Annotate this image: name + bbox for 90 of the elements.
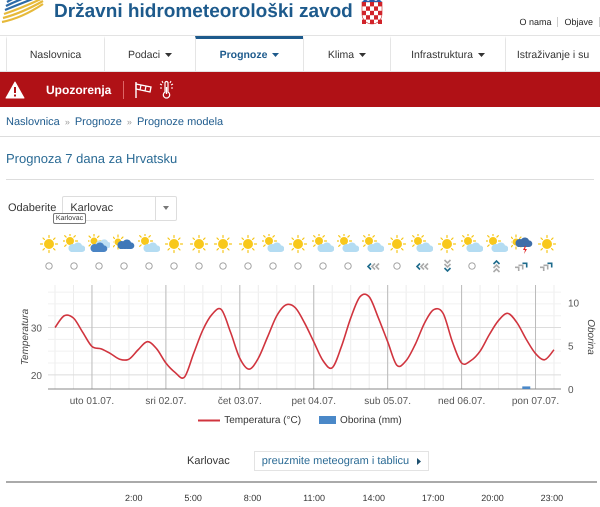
page-heading: Prognoza 7 dana za Hrvatsku	[6, 150, 178, 166]
partly-cloudy-icon	[262, 234, 284, 254]
nav-tab[interactable]: Podaci	[104, 36, 195, 71]
partly-cloudy-icon	[138, 234, 160, 254]
sun-icon	[188, 234, 209, 254]
column-header: 14:00	[362, 493, 386, 503]
cloud-icon	[88, 234, 110, 254]
breadcrumb-link[interactable]: Naslovnica	[6, 116, 60, 128]
chevron-down-icon	[442, 259, 452, 273]
axis-tick-label: 5	[568, 342, 574, 353]
partly-cloudy-icon	[312, 234, 334, 254]
column-header: 17:00	[422, 493, 446, 503]
nav-tab[interactable]: Istraživanje i su	[505, 36, 600, 71]
alerts-label[interactable]: Upozorenja	[46, 82, 112, 96]
column-header: 20:00	[481, 493, 505, 503]
chevron-left-icon	[415, 262, 430, 270]
sun-icon	[437, 234, 458, 254]
circle-icon	[344, 262, 352, 270]
circle-icon	[468, 262, 476, 270]
partly-cloudy-icon	[362, 234, 384, 254]
axis-title: Temperatura	[20, 308, 31, 366]
caret-icon	[163, 206, 170, 210]
axis-tick-label: ned 06.07.	[438, 396, 486, 407]
caret-icon	[417, 458, 422, 464]
chevron-up-icon	[492, 259, 502, 273]
nav-tab[interactable]: Klima	[303, 36, 390, 71]
column-header: 2:00	[125, 493, 144, 503]
sun-icon	[39, 234, 60, 254]
chevron-up-right-icon	[514, 261, 529, 271]
sun-icon	[164, 234, 184, 254]
axis-tick-label: sub 05.07.	[364, 396, 412, 407]
legend-label[interactable]: Oborina (mm)	[340, 414, 402, 426]
breadcrumb-link[interactable]: Prognoze modela	[136, 116, 224, 128]
warning-icon[interactable]	[5, 80, 25, 98]
column-header: 11:00	[303, 493, 326, 503]
circle-icon	[194, 262, 203, 270]
partly-cloudy-icon	[411, 234, 434, 254]
precipitation-bar	[522, 386, 530, 389]
legend-line-icon	[198, 418, 220, 422]
circle-icon	[120, 262, 128, 270]
breadcrumb-link[interactable]: Prognoze	[74, 116, 122, 128]
nav-tab[interactable]: Naslovnica	[6, 36, 104, 71]
sun-icon	[387, 234, 408, 254]
legend-label[interactable]: Temperatura (°C)	[224, 414, 302, 426]
axis-tick-label: 10	[568, 298, 580, 310]
circle-icon	[244, 262, 252, 270]
partly-cloudy-icon	[336, 234, 359, 254]
column-header: 5:00	[184, 493, 203, 503]
circle-icon	[318, 262, 327, 270]
circle-icon	[269, 262, 278, 270]
axis-tick-label: čet 03.07.	[218, 396, 262, 407]
axis-tick-label: 0	[568, 385, 574, 396]
axis-tick-label: 30	[30, 324, 42, 335]
partly-cloudy-icon	[461, 234, 484, 254]
circle-icon	[70, 262, 78, 270]
axis-tick-label: 20	[30, 370, 42, 382]
sun-icon	[213, 234, 234, 254]
chevron-left-icon	[366, 262, 380, 270]
circle-icon	[95, 262, 104, 270]
sun-icon	[536, 234, 557, 254]
axis-tick-label: sri 02.07.	[145, 396, 186, 407]
site-title[interactable]: Državni hidrometeorološki zavod	[54, 0, 353, 24]
sun-icon	[288, 234, 308, 254]
nav-tab[interactable]: Infrastruktura	[390, 36, 505, 71]
column-header: 8:00	[244, 493, 262, 503]
breadcrumb-separator: »	[64, 116, 70, 126]
chevron-up-right-icon	[540, 261, 554, 271]
circle-icon	[294, 262, 302, 270]
legend-square-icon	[319, 416, 336, 424]
circle-icon	[393, 262, 402, 270]
partly-cloudy-icon	[63, 234, 86, 254]
download-button[interactable]: preuzmite meteogram i tablicu	[254, 451, 430, 471]
axis-tick-label: uto 01.07.	[70, 396, 114, 407]
axis-tick-label: pon 07.07.	[512, 396, 560, 407]
partly-cloudy-icon	[486, 234, 508, 254]
circle-icon	[170, 262, 178, 270]
circle-icon	[45, 262, 54, 270]
circle-icon	[219, 262, 228, 270]
breadcrumb-separator: »	[126, 116, 132, 126]
windsock-icon[interactable]	[134, 80, 154, 98]
circle-icon	[144, 262, 153, 270]
select-label: Odaberite	[8, 202, 56, 214]
storm-cloud-icon	[510, 234, 533, 254]
axis-title: Oborina	[585, 319, 596, 355]
location-label: Karlovac	[187, 455, 230, 467]
top-link[interactable]: O nama	[513, 17, 558, 27]
axis-tick-label: pet 04.07.	[292, 396, 336, 407]
sun-icon	[238, 234, 258, 254]
top-link[interactable]: Objave	[558, 17, 600, 27]
column-header: 23:00	[540, 493, 564, 503]
